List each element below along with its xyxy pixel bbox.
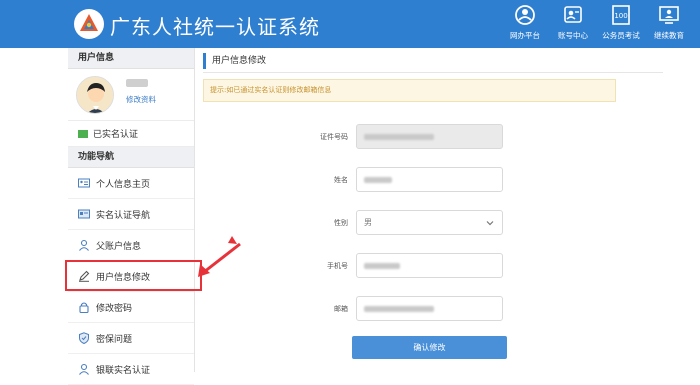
monitor-person-icon [659, 6, 679, 24]
verified-id-icon [78, 129, 88, 138]
name-field[interactable] [356, 167, 503, 192]
user-info-heading: 用户信息 [68, 48, 194, 69]
lock-icon [79, 302, 89, 313]
verified-label: 已实名认证 [93, 130, 139, 140]
sidebar-item-security-question[interactable]: 密保问题 [68, 323, 194, 354]
gender-value: 男 [364, 218, 372, 227]
sidebar-item-label: 密保问题 [96, 334, 133, 345]
nav-heading: 功能导航 [68, 147, 194, 168]
svg-text:100: 100 [614, 12, 627, 20]
phone-label: 手机号 [327, 262, 348, 270]
profile-card-icon [78, 178, 90, 188]
id-badge-icon [78, 209, 90, 219]
topnav-label: 继续教育 [654, 31, 684, 40]
user-card: 修改资料 [68, 69, 194, 121]
sidebar-item-unionpay-realname[interactable]: 银联实名认证 [68, 354, 194, 385]
avatar [76, 76, 114, 114]
title-divider [203, 72, 663, 73]
sidebar-item-label: 修改密码 [96, 303, 133, 314]
top-header: 广东人社统一认证系统 网办平台 账号中心 100 公务员考试 继续教育 [0, 0, 700, 48]
page-title: 用户信息修改 [203, 53, 266, 69]
sidebar-item-parent-account[interactable]: 父账户信息 [68, 230, 194, 261]
sidebar: 用户信息 修改资料 已实名认证 功能导航 个人信息主页 实名认证导航 父账户信息 [68, 48, 195, 385]
exam-paper-icon: 100 [612, 5, 630, 25]
sidebar-item-change-password[interactable]: 修改密码 [68, 292, 194, 323]
person-icon [79, 239, 89, 251]
phone-field[interactable] [356, 253, 503, 278]
notice-banner: 提示:如已通过实名认证则修改邮箱信息 [203, 79, 616, 102]
system-logo-icon [74, 9, 104, 39]
gender-select[interactable]: 男 [356, 210, 503, 235]
gear-person-icon [515, 5, 535, 25]
topnav-label: 网办平台 [510, 31, 540, 40]
confirm-button[interactable]: 确认修改 [352, 336, 507, 359]
topnav-label: 公务员考试 [602, 31, 640, 40]
edit-profile-link[interactable]: 修改资料 [126, 94, 156, 105]
name-label: 姓名 [334, 176, 348, 184]
id-card-icon [564, 6, 582, 23]
person-icon [79, 363, 89, 375]
app-title: 广东人社统一认证系统 [110, 15, 320, 39]
annotation-arrow-icon [198, 236, 241, 277]
email-field[interactable] [356, 296, 503, 321]
gender-label: 性别 [334, 219, 348, 227]
sidebar-item-label: 个人信息主页 [96, 179, 151, 190]
shield-icon [79, 332, 89, 344]
sidebar-item-realname-nav[interactable]: 实名认证导航 [68, 199, 194, 230]
sidebar-item-label: 实名认证导航 [96, 210, 151, 221]
topnav-label: 账号中心 [558, 31, 588, 40]
chevron-down-icon [486, 221, 494, 226]
topnav-continuing-edu[interactable]: 继续教育 [641, 4, 697, 46]
sidebar-item-profile-home[interactable]: 个人信息主页 [68, 168, 194, 199]
sidebar-item-label: 父账户信息 [96, 241, 142, 252]
username-redacted [126, 79, 148, 87]
email-label: 邮箱 [334, 305, 348, 313]
id-number-field [356, 124, 503, 149]
sidebar-item-label: 银联实名认证 [96, 365, 151, 376]
id-number-label: 证件号码 [320, 133, 348, 141]
verified-status: 已实名认证 [68, 121, 194, 147]
